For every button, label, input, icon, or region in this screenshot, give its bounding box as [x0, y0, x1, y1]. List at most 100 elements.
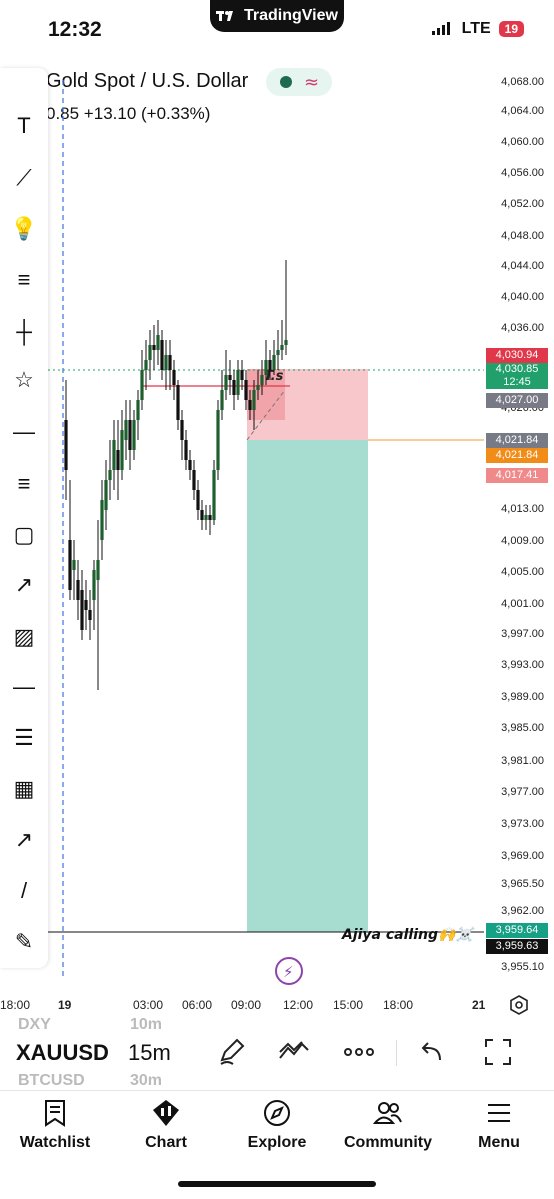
- candle-body: [236, 370, 240, 395]
- undo-icon[interactable]: [420, 1040, 446, 1064]
- time-tick-label: 19: [58, 998, 72, 1012]
- ghost-interval-1: 10m: [130, 1016, 163, 1033]
- signal-icon: [431, 22, 450, 35]
- interval-selector[interactable]: 15m: [128, 1040, 171, 1066]
- line-icon[interactable]: /: [6, 873, 42, 909]
- candle-body: [148, 345, 152, 360]
- candle-body: [92, 570, 96, 600]
- candle-body: [224, 375, 228, 390]
- candle-body: [176, 385, 180, 420]
- candle-body: [120, 430, 124, 470]
- symbol-selector[interactable]: XAUUSD: [16, 1040, 109, 1066]
- tradingview-logo-icon: [216, 11, 234, 21]
- candle-body: [252, 390, 256, 410]
- candle-body: [280, 345, 284, 350]
- lightning-icon: ⚡: [283, 963, 294, 981]
- horizontal-ray-icon[interactable]: —: [6, 414, 42, 450]
- candle-body: [260, 375, 264, 385]
- price-tick-label: 4,068.00: [501, 76, 544, 88]
- candle-body: [140, 370, 144, 400]
- candle-body: [212, 470, 216, 520]
- pen-icon[interactable]: [217, 1036, 247, 1066]
- price-tick-label: 3,985.00: [501, 722, 544, 734]
- horizontal-line-icon[interactable]: —: [6, 669, 42, 705]
- nav-tab-menu[interactable]: Menu: [444, 1098, 554, 1152]
- price-tick-label: 4,048.00: [501, 230, 544, 242]
- price-chart[interactable]: T.s Ajiya calling🙌☠️ ⚡: [0, 60, 554, 1005]
- candle-body: [124, 420, 128, 440]
- nav-tab-community[interactable]: Community: [333, 1098, 443, 1152]
- price-tick-label: 4,009.00: [501, 535, 544, 547]
- time-tick-label: 18:00: [383, 998, 414, 1012]
- price-tick-label: 4,036.00: [501, 322, 544, 334]
- candle-body: [112, 440, 116, 470]
- price-tick-label: 4,001.00: [501, 598, 544, 610]
- price-tick-label: 3,955.10: [501, 961, 544, 973]
- candle-body: [132, 420, 136, 450]
- watchlist-icon: [45, 1100, 65, 1127]
- vertical-line-icon[interactable]: ┼: [6, 314, 42, 350]
- network-type: LTE: [461, 20, 491, 37]
- text-tool-icon[interactable]: T: [6, 108, 42, 144]
- price-tick-label: 3,977.00: [501, 786, 544, 798]
- parallel-channel-icon[interactable]: ☰: [6, 720, 42, 756]
- price-tick-label: 3,969.00: [501, 850, 544, 862]
- nav-tab-chart[interactable]: Chart: [111, 1098, 221, 1152]
- price-tick-label: 4,005.00: [501, 566, 544, 578]
- candle-body: [172, 370, 176, 385]
- image-icon[interactable]: ▨: [6, 619, 42, 655]
- candle-body: [268, 360, 272, 370]
- battery-icon: 19: [498, 21, 524, 37]
- price-tick-label: 4,064.00: [501, 105, 544, 117]
- candle-body: [116, 450, 120, 470]
- settings-hex-icon[interactable]: [508, 994, 530, 1016]
- grid-icon[interactable]: ▦: [6, 771, 42, 807]
- nav-tab-explore[interactable]: Explore: [222, 1098, 332, 1152]
- candle-body: [128, 420, 132, 450]
- nav-label-menu: Menu: [478, 1134, 520, 1151]
- price-tag: 3,959.64: [486, 923, 548, 938]
- time-tick-label: 15:00: [333, 998, 364, 1012]
- time-tick-label: 12:00: [283, 998, 314, 1012]
- favorite-star-icon[interactable]: ☆: [6, 362, 42, 398]
- candle-body: [256, 385, 260, 390]
- candle-body: [184, 440, 188, 460]
- candle-body: [104, 480, 108, 510]
- long-position-icon[interactable]: ≡: [6, 262, 42, 298]
- target-label: Ajiya calling🙌☠️: [341, 926, 475, 943]
- home-indicator: [178, 1181, 376, 1187]
- fullscreen-icon[interactable]: [484, 1038, 512, 1066]
- rectangle-icon[interactable]: ▢: [6, 517, 42, 553]
- price-tick-label: 3,965.50: [501, 878, 544, 890]
- brush-icon[interactable]: ✎: [6, 924, 42, 960]
- compass-icon: [264, 1100, 290, 1126]
- short-position-icon[interactable]: ≡: [6, 466, 42, 502]
- more-icon[interactable]: [343, 1046, 375, 1058]
- candle-body: [156, 335, 160, 350]
- price-tick-label: 4,040.00: [501, 291, 544, 303]
- trend-line-icon[interactable]: ⟋: [6, 160, 42, 196]
- price-tick-label: 3,989.00: [501, 691, 544, 703]
- indicators-icon[interactable]: [278, 1040, 310, 1062]
- community-icon: [373, 1102, 402, 1124]
- nav-label-watchlist: Watchlist: [19, 1134, 91, 1151]
- candle-body: [64, 420, 68, 470]
- time-tick-label: 09:00: [231, 998, 262, 1012]
- nav-divider: [0, 1090, 554, 1091]
- candle-body: [80, 590, 84, 630]
- candle-body: [88, 610, 92, 620]
- candle-body: [248, 400, 252, 410]
- candle-body: [164, 355, 168, 370]
- idea-bulb-icon[interactable]: 💡: [6, 211, 42, 247]
- arrow-marker-icon[interactable]: ↗: [6, 822, 42, 858]
- price-tick-label: 3,997.00: [501, 628, 544, 640]
- candle-body: [108, 470, 112, 480]
- time-tick-label: 21: [472, 998, 486, 1012]
- candle-body: [208, 515, 212, 520]
- price-tag: 4,030.94: [486, 348, 548, 363]
- price-tag: 4,017.41: [486, 468, 548, 483]
- arrow-line-icon[interactable]: ↗: [6, 567, 42, 603]
- price-tick-label: 4,044.00: [501, 260, 544, 272]
- candle-body: [204, 515, 208, 520]
- nav-tab-watchlist[interactable]: Watchlist: [0, 1098, 110, 1152]
